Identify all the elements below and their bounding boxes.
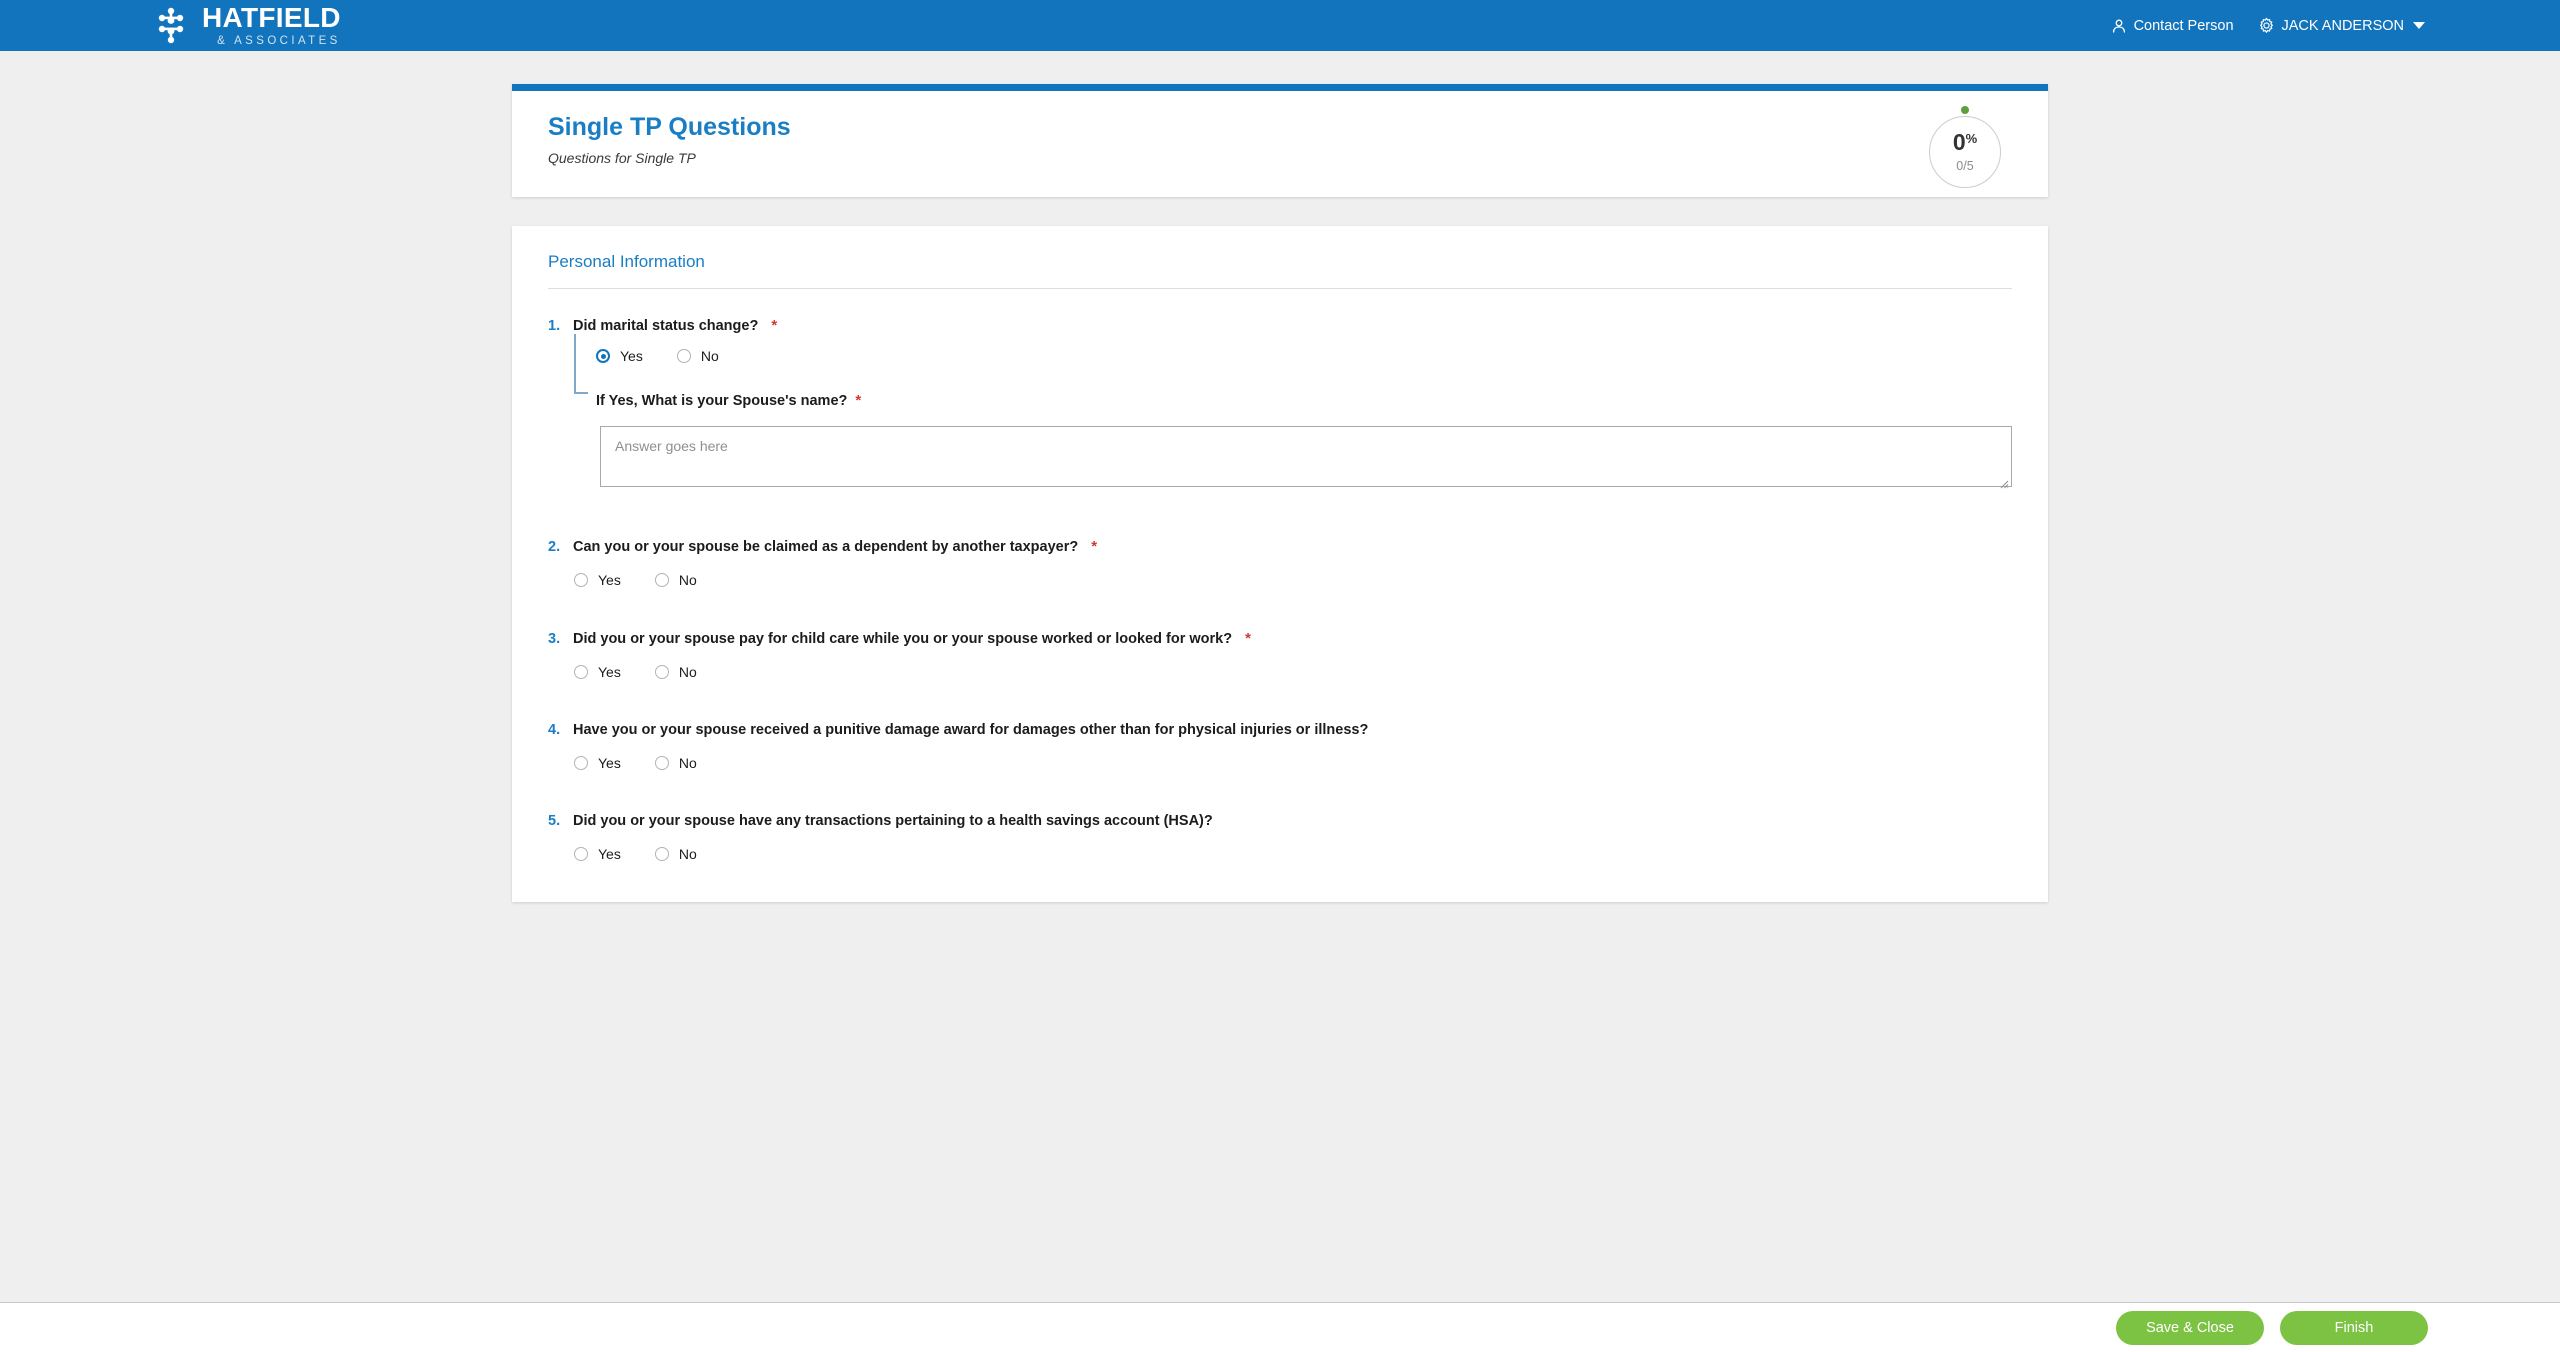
question-number: 5.	[548, 813, 561, 829]
radio-option-yes[interactable]: Yes	[596, 348, 643, 364]
radio-label: No	[678, 846, 697, 862]
radio-indicator[interactable]	[574, 756, 588, 770]
question-number: 3.	[548, 631, 561, 647]
required-asterisk: *	[1245, 630, 1251, 647]
top-header-bar: HATFIELD & ASSOCIATES Contact Person JAC…	[0, 0, 2560, 51]
radio-indicator[interactable]	[654, 573, 669, 587]
radio-option-no[interactable]: No	[654, 755, 697, 771]
question-number: 1.	[548, 318, 561, 334]
person-icon	[2112, 19, 2125, 33]
progress-fraction: 0/5	[1956, 159, 1974, 174]
radio-label: Yes	[598, 572, 621, 588]
progress-ring: 0% 0/5	[1929, 116, 2001, 188]
radio-label: No	[700, 348, 719, 364]
question-text: Did you or your spouse pay for child car…	[573, 631, 1233, 647]
sub-question-text: If Yes, What is your Spouse's name?	[596, 393, 848, 409]
required-asterisk: *	[855, 392, 862, 409]
brand-logo[interactable]: HATFIELD & ASSOCIATES	[150, 4, 341, 48]
radio-group: Yes No	[574, 664, 2012, 680]
question-number: 4.	[548, 722, 561, 738]
radio-indicator[interactable]	[676, 349, 691, 363]
question-header: 4. Have you or your spouse received a pu…	[548, 722, 2012, 738]
network-nodes-icon	[158, 7, 184, 43]
page-title: Single TP Questions	[548, 113, 791, 141]
radio-option-yes[interactable]: Yes	[574, 664, 621, 680]
radio-indicator[interactable]	[596, 349, 610, 363]
question-text: Can you or your spouse be claimed as a d…	[573, 539, 1079, 555]
brand-name: HATFIELD	[202, 2, 341, 33]
question-header: 1. Did marital status change? *	[548, 317, 2012, 334]
question-number: 2.	[548, 539, 561, 555]
question-header: 3. Did you or your spouse pay for child …	[548, 630, 2012, 647]
radio-indicator[interactable]	[654, 847, 669, 861]
question-text: Did marital status change?	[573, 318, 759, 334]
user-menu-label: JACK ANDERSON	[2281, 17, 2404, 34]
progress-percent-symbol: %	[1965, 131, 1978, 147]
questions-card: Personal Information 1. Did marital stat…	[512, 226, 2048, 902]
radio-group: Yes No	[574, 572, 2012, 588]
contact-person-label: Contact Person	[2133, 17, 2234, 34]
radio-option-yes[interactable]: Yes	[574, 755, 621, 771]
radio-option-no[interactable]: No	[654, 572, 697, 588]
question-block: 5. Did you or your spouse have any trans…	[548, 813, 2012, 862]
sub-question-header: If Yes, What is your Spouse's name? *	[596, 392, 2012, 409]
page-canvas: Single TP Questions Questions for Single…	[0, 51, 2560, 1302]
question-block: 3. Did you or your spouse pay for child …	[548, 630, 2012, 680]
radio-group: Yes No	[574, 755, 2012, 771]
required-asterisk: *	[771, 317, 778, 334]
progress-marker-dot	[1961, 106, 1969, 114]
radio-group: Yes No	[574, 846, 2012, 862]
radio-label: Yes	[598, 755, 621, 771]
progress-percent: 0%	[1953, 131, 1977, 154]
radio-indicator[interactable]	[574, 847, 588, 861]
save-and-close-button[interactable]: Save & Close	[2116, 1310, 2264, 1345]
radio-option-no[interactable]: No	[654, 846, 697, 862]
radio-indicator[interactable]	[574, 665, 588, 679]
radio-option-yes[interactable]: Yes	[574, 846, 621, 862]
radio-label: No	[678, 664, 697, 680]
spouse-name-input[interactable]	[600, 426, 2012, 487]
question-header: 2. Can you or your spouse be claimed as …	[548, 538, 2012, 555]
question-header: 5. Did you or your spouse have any trans…	[548, 813, 2012, 829]
contact-person-button[interactable]: Contact Person	[2111, 18, 2234, 34]
form-header-card: Single TP Questions Questions for Single…	[512, 84, 2048, 197]
progress-percent-value: 0	[1952, 129, 1966, 156]
gear-icon	[2259, 17, 2273, 33]
page-subtitle: Questions for Single TP	[548, 149, 696, 166]
radio-option-no[interactable]: No	[654, 664, 697, 680]
radio-option-yes[interactable]: Yes	[574, 572, 621, 588]
answer-field-wrap	[600, 409, 2012, 492]
brand-text: HATFIELD & ASSOCIATES	[202, 4, 341, 48]
progress-indicator: 0% 0/5	[1929, 106, 2001, 188]
radio-label: Yes	[598, 664, 621, 680]
question-block: 1. Did marital status change? * Yes No I…	[548, 317, 2012, 492]
section-title: Personal Information	[548, 252, 705, 271]
required-asterisk: *	[1091, 538, 1098, 555]
radio-label: No	[678, 755, 697, 771]
radio-label: No	[678, 572, 697, 588]
question-block: 4. Have you or your spouse received a pu…	[548, 722, 2012, 771]
radio-indicator[interactable]	[574, 573, 588, 587]
brand-tagline: & ASSOCIATES	[217, 35, 341, 47]
question-branch: Yes No If Yes, What is your Spouse's nam…	[574, 334, 2012, 492]
topbar-actions: Contact Person JACK ANDERSON	[2111, 0, 2425, 51]
footer-action-bar: Save & Close Finish	[0, 1302, 2560, 1352]
radio-group: Yes No	[596, 348, 2012, 364]
radio-label: Yes	[620, 348, 643, 364]
question-text: Did you or your spouse have any transact…	[573, 813, 1213, 829]
finish-button[interactable]: Finish	[2280, 1310, 2428, 1345]
radio-indicator[interactable]	[654, 665, 669, 679]
chevron-down-icon	[2413, 22, 2425, 29]
question-text: Have you or your spouse received a punit…	[573, 722, 1369, 738]
section-divider	[548, 288, 2012, 289]
radio-label: Yes	[598, 846, 621, 862]
question-block: 2. Can you or your spouse be claimed as …	[548, 538, 2012, 588]
radio-indicator[interactable]	[654, 756, 669, 770]
user-menu-button[interactable]: JACK ANDERSON	[2258, 17, 2425, 34]
radio-option-no[interactable]: No	[676, 348, 719, 364]
